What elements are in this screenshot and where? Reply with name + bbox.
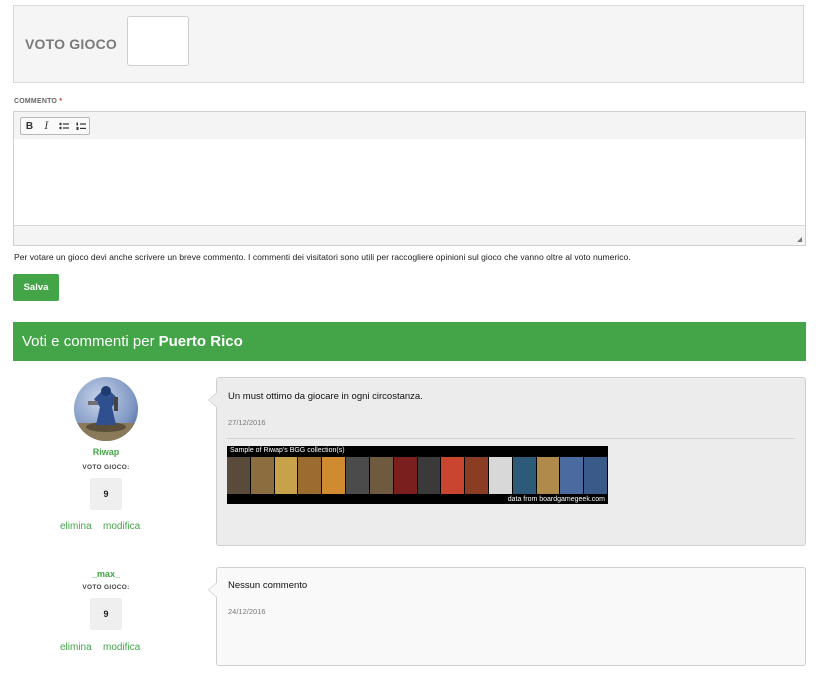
review-date: 24/12/2016 — [228, 607, 266, 616]
avatar-figure-icon — [74, 386, 138, 441]
editor-toolbar: B I — [14, 112, 805, 140]
bullet-list-button[interactable] — [55, 118, 72, 134]
review-bubble: Nessun commento 24/12/2016 — [208, 567, 806, 666]
avatar[interactable] — [74, 377, 138, 441]
review-vote-label: VOTO GIOCO: — [82, 464, 130, 471]
reviews-header-game: Puerto Rico — [158, 333, 243, 350]
editor-button-group: B I — [20, 117, 90, 135]
bubble-arrow-inner — [209, 392, 218, 408]
numbered-list-icon — [76, 122, 86, 130]
delete-link[interactable]: elimina — [60, 521, 92, 532]
bold-button[interactable]: B — [21, 118, 38, 134]
banner-covers — [227, 457, 608, 494]
review-comment: Nessun commento — [228, 580, 308, 591]
review-username[interactable]: Riwap — [61, 447, 151, 457]
review-date: 27/12/2016 — [228, 418, 266, 427]
editor-statusbar — [14, 225, 805, 245]
numbered-list-button[interactable] — [72, 118, 89, 134]
review-score: 9 — [90, 598, 122, 630]
review-divider — [227, 438, 795, 439]
vote-panel: VOTO GIOCO — [13, 5, 804, 83]
banner-caption: Sample of Riwap's BGG collection(s) — [230, 447, 345, 454]
resize-grip-icon[interactable] — [797, 237, 802, 242]
reviews-header: Voti e commenti per Puerto Rico — [13, 322, 806, 361]
review-comment: Un must ottimo da giocare in ogni circos… — [228, 391, 423, 402]
bullet-list-icon — [58, 122, 69, 130]
delete-link[interactable]: elimina — [60, 642, 92, 653]
comment-label: COMMENTO * — [14, 98, 62, 105]
comment-textarea[interactable] — [14, 139, 805, 227]
review-vote-label: VOTO GIOCO: — [82, 584, 130, 591]
comment-label-text: COMMENTO — [14, 98, 58, 105]
edit-link[interactable]: modifica — [103, 642, 140, 653]
bgg-collection-banner[interactable]: Sample of Riwap's BGG collection(s) data… — [227, 446, 608, 504]
reviews-header-prefix: Voti e commenti per — [22, 333, 155, 350]
edit-link[interactable]: modifica — [103, 521, 140, 532]
vote-input[interactable] — [127, 16, 189, 66]
review-score: 9 — [90, 478, 122, 510]
comment-editor: B I — [13, 111, 806, 246]
required-marker: * — [59, 98, 63, 105]
italic-button[interactable]: I — [38, 118, 55, 134]
banner-credit: data from boardgamegeek.com — [507, 496, 605, 503]
bubble-arrow-inner — [209, 582, 218, 598]
review-username[interactable]: _max_ — [61, 569, 151, 579]
save-button[interactable]: Salva — [13, 274, 59, 301]
vote-label: VOTO GIOCO — [25, 36, 117, 52]
help-text: Per votare un gioco devi anche scrivere … — [14, 252, 631, 262]
